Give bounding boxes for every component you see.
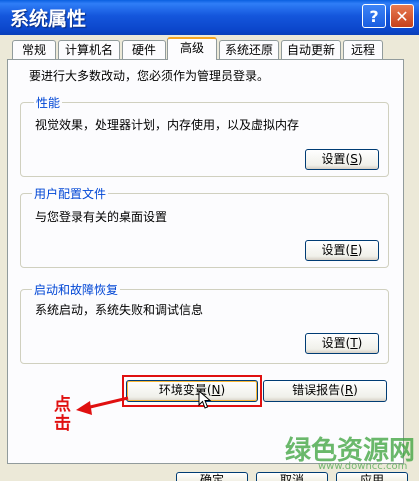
user-profile-description: 与您登录有关的桌面设置 (35, 210, 168, 224)
error-reporting-accesskey: R (344, 383, 354, 397)
tab-hardware[interactable]: 硬件 (122, 40, 166, 59)
tab-general[interactable]: 常规 (12, 40, 56, 59)
user-profile-settings-label: 设置 (321, 243, 346, 257)
click-annotation: 点击 (54, 395, 71, 434)
performance-settings-button[interactable]: 设置(S) (305, 149, 379, 170)
user-profile-group-title: 用户配置文件 (32, 185, 109, 202)
tab-computer-name[interactable]: 计算机名 (58, 40, 120, 59)
startup-recovery-settings-button[interactable]: 设置(T) (305, 333, 379, 354)
startup-recovery-settings-label: 设置 (321, 336, 346, 350)
apply-button[interactable]: 应用 (336, 472, 408, 481)
annotation-arrow-icon (76, 396, 129, 415)
tab-system-restore[interactable]: 系统还原 (219, 40, 279, 59)
tab-automatic-updates[interactable]: 自动更新 (281, 40, 341, 59)
error-reporting-button[interactable]: 错误报告(R) (263, 380, 387, 402)
user-profile-settings-button[interactable]: 设置(E) (305, 240, 379, 261)
admin-notice: 要进行大多数改动，您必须作为管理员登录。 (29, 69, 270, 83)
cancel-button[interactable]: 取消 (256, 472, 328, 481)
performance-description: 视觉效果，处理器计划，内存使用，以及虚拟内存 (35, 118, 300, 132)
title-bar[interactable]: 系统属性 ? ✕ (0, 0, 419, 35)
tab-remote[interactable]: 远程 (343, 40, 383, 59)
system-properties-window: 系统属性 ? ✕ 常规 计算机名 硬件 高级 系统还原 自动更新 远程 要进行大… (0, 0, 419, 481)
performance-settings-accesskey: S (350, 152, 358, 166)
window-title: 系统属性 (10, 8, 87, 30)
startup-recovery-description: 系统启动，系统失败和调试信息 (35, 303, 204, 317)
click-highlight-box (122, 375, 262, 407)
close-icon: ✕ (395, 7, 409, 26)
mouse-cursor-icon (198, 390, 212, 409)
user-profile-settings-accesskey: E (350, 243, 358, 257)
startup-recovery-group-title: 启动和故障恢复 (32, 281, 121, 298)
help-icon: ? (369, 7, 379, 26)
tab-advanced[interactable]: 高级 (167, 37, 217, 60)
performance-settings-label: 设置 (321, 152, 346, 166)
performance-group-title: 性能 (34, 94, 63, 111)
error-reporting-label: 错误报告 (292, 383, 341, 397)
watermark-url: www.downcc.com (318, 461, 408, 472)
startup-recovery-settings-accesskey: T (350, 336, 358, 350)
help-button[interactable]: ? (362, 4, 386, 28)
ok-button[interactable]: 确定 (176, 472, 248, 481)
close-button[interactable]: ✕ (390, 4, 414, 28)
